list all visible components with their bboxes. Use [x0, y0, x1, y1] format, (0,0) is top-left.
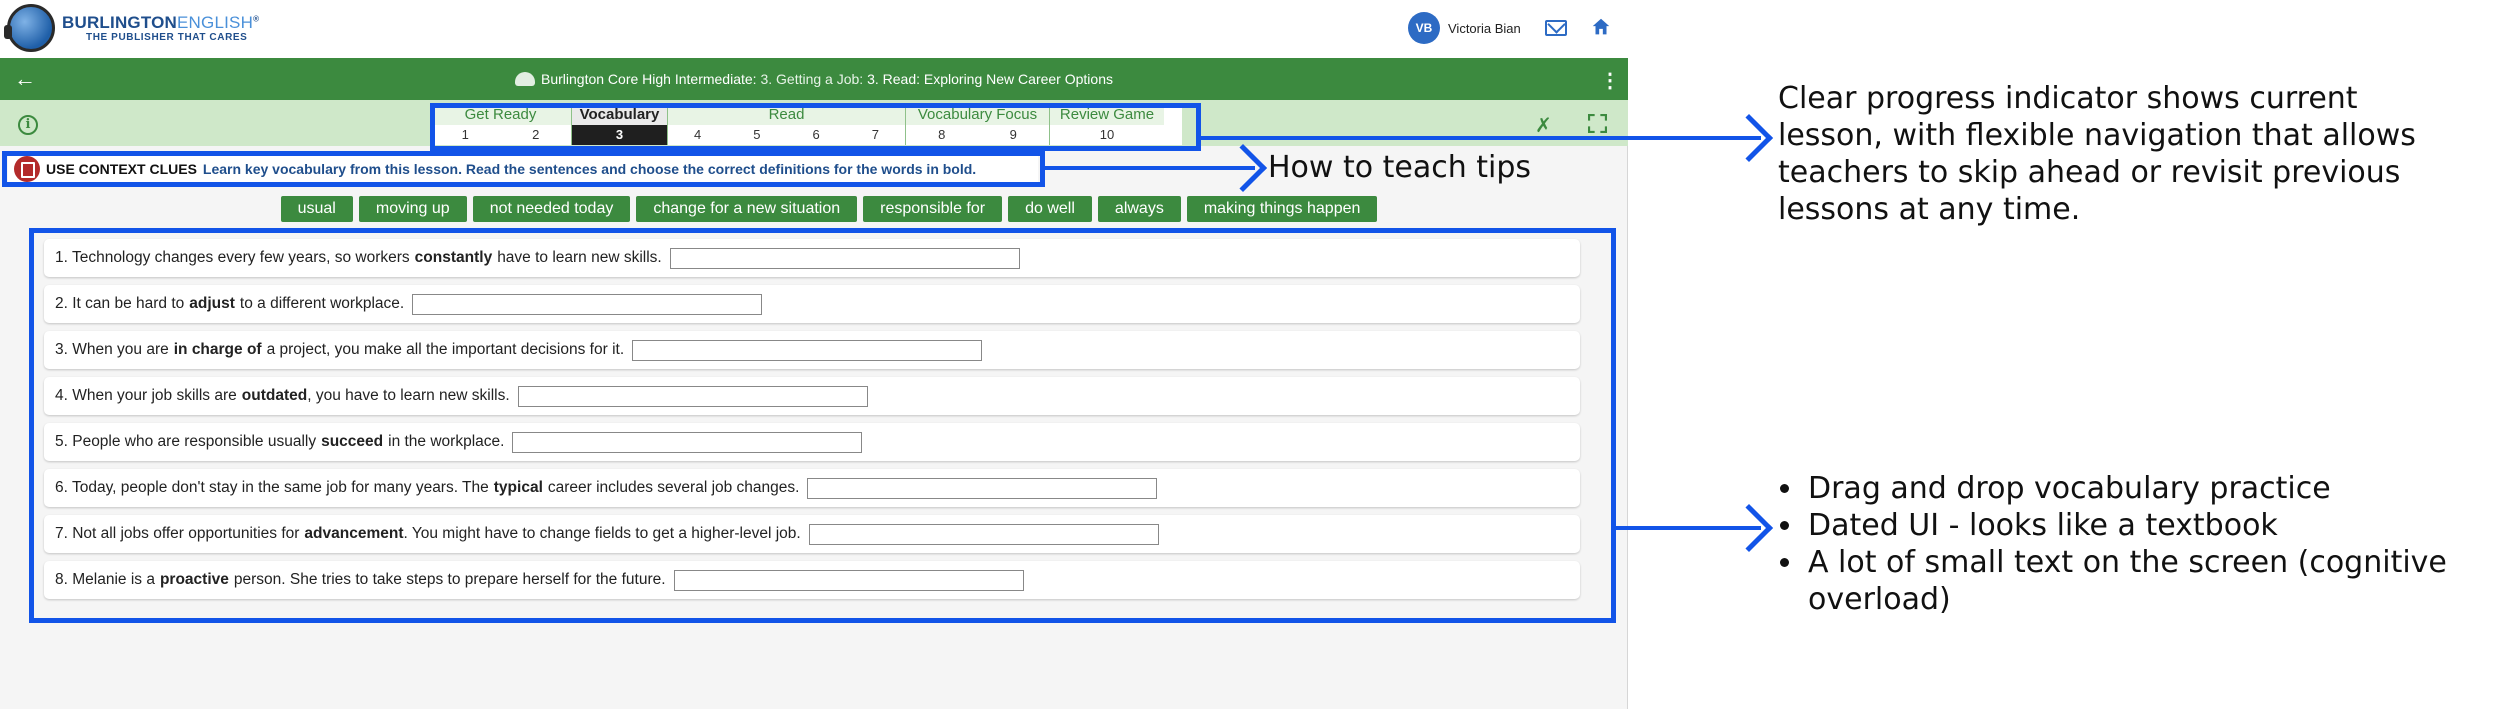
- annotation-box-tips: [2, 151, 1045, 187]
- annotation-arrowhead-exercise: [1724, 503, 1774, 553]
- user-avatar[interactable]: VB: [1408, 12, 1440, 44]
- lesson-name: 3. Getting a Job:: [760, 71, 864, 87]
- brand-name-light: ENGLISH: [177, 13, 254, 32]
- user-name[interactable]: Victoria Bian: [1448, 21, 1521, 36]
- burlington-globe-logo-icon[interactable]: [4, 4, 55, 52]
- word-chip[interactable]: always: [1097, 196, 1181, 222]
- annotation-bullet: Dated UI - looks like a textbook: [1778, 507, 2468, 544]
- word-chip[interactable]: responsible for: [863, 196, 1003, 222]
- word-chip[interactable]: making things happen: [1186, 196, 1378, 222]
- more-options-icon[interactable]: ⋮: [1600, 68, 1620, 93]
- tools-icon[interactable]: ✗: [1535, 113, 1552, 138]
- course-name: Burlington Core High Intermediate:: [541, 71, 757, 87]
- word-bank: usual moving up not needed today change for…: [0, 196, 1628, 222]
- annotation-bullet: A lot of small text on the screen (cogni…: [1778, 544, 2468, 618]
- brand-name-bold: BURLINGTON: [62, 13, 178, 32]
- word-chip[interactable]: not needed today: [472, 196, 631, 222]
- home-icon[interactable]: [1590, 16, 1612, 38]
- word-chip[interactable]: change for a new situation: [636, 196, 858, 222]
- annotation-tips-note: How to teach tips: [1268, 150, 1532, 185]
- course-title: Burlington Core High Intermediate: 3. Ge…: [0, 71, 1628, 87]
- course-header-bar: ← Burlington Core High Intermediate: 3. …: [0, 58, 1628, 100]
- annotation-box-exercise: [29, 228, 1616, 623]
- top-bar: BURLINGTONENGLISH® THE PUBLISHER THAT CA…: [0, 0, 1628, 58]
- annotation-arrowhead-progress: [1724, 113, 1774, 163]
- word-chip[interactable]: moving up: [358, 196, 467, 222]
- annotation-arrow-progress: [1201, 136, 1761, 140]
- annotation-bullet: Drag and drop vocabulary practice: [1778, 470, 2468, 507]
- brand-tagline: THE PUBLISHER THAT CARES: [86, 32, 248, 43]
- annotation-box-progress: [430, 103, 1201, 151]
- activity-name: 3. Read: Exploring New Career Options: [867, 71, 1113, 87]
- info-icon[interactable]: i: [18, 115, 38, 135]
- brand-name: BURLINGTONENGLISH®: [62, 13, 260, 32]
- annotation-progress-note: Clear progress indicator shows current l…: [1778, 81, 2416, 227]
- course-cap-icon: [515, 72, 535, 86]
- fullscreen-icon[interactable]: [1588, 114, 1607, 133]
- word-chip[interactable]: usual: [280, 196, 353, 222]
- annotation-bullet-list: Drag and drop vocabulary practice Dated U…: [1778, 470, 2468, 618]
- word-chip[interactable]: do well: [1008, 196, 1092, 222]
- mail-icon[interactable]: [1545, 20, 1567, 36]
